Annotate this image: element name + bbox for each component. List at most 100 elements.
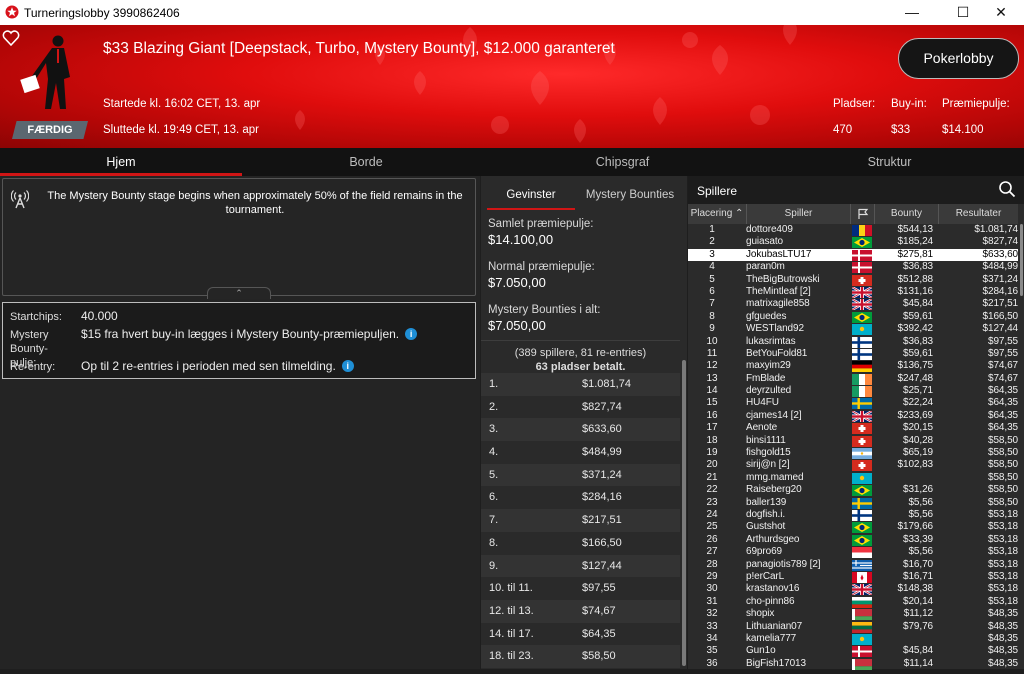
player-row[interactable]: 7 matrixagile858 $45,84 $217,51 [688, 298, 1018, 312]
player-place: 18 [706, 434, 718, 446]
player-row[interactable]: 17 Aenote $20,15 $64,35 [688, 422, 1018, 435]
player-row[interactable]: 8 gfguedes $59,61 $166,50 [688, 311, 1018, 323]
player-name: TheBigButrowski [746, 273, 820, 285]
info-icon[interactable]: i [341, 360, 354, 372]
total-prizepool: Samlet præmiepulje: $14.100,00 [488, 217, 593, 247]
player-place: 32 [706, 608, 718, 620]
player-bounty: $179,66 [897, 521, 934, 533]
player-row[interactable]: 34 kamelia777 $48,35 [688, 633, 1018, 645]
col-flag[interactable] [850, 204, 874, 224]
player-row[interactable]: 2 guiasato $185,24 $827,74 [688, 236, 1018, 249]
flag-lt-icon [852, 621, 872, 633]
places-paid: 63 pladser betalt. [535, 361, 626, 373]
player-row[interactable]: 1 dottore409 $544,13 $1.081,74 [688, 224, 1018, 236]
tab-hjem[interactable]: Hjem [0, 148, 242, 176]
player-place: 26 [706, 533, 718, 545]
player-flag [851, 285, 873, 299]
player-result: $53,18 [988, 583, 1018, 595]
player-row[interactable]: 19 fishgold15 $65,19 $58,50 [688, 447, 1018, 460]
player-row[interactable]: 25 Gustshot $179,66 $53,18 [688, 521, 1018, 534]
player-result: $53,18 [988, 570, 1018, 582]
player-flag [852, 361, 872, 373]
player-result: $371,24 [982, 273, 1019, 285]
col-bounty[interactable]: Bounty [874, 204, 938, 224]
player-row[interactable]: 6 TheMintleaf [2] $131,16 $284,16 [688, 285, 1018, 299]
player-name: dottore409 [746, 224, 793, 235]
player-row[interactable]: 36 BigFish17013 $11,14 $48,35 [688, 658, 1018, 670]
player-row[interactable]: 26 Arthurdsgeo $33,39 $53,18 [688, 534, 1018, 546]
tab-mystery-bounties[interactable]: Mystery Bounties [577, 180, 683, 210]
player-row[interactable]: 33 Lithuanian07 $79,76 $48,35 [688, 621, 1018, 633]
players-panel: Spillere Placering ⌃ Spiller Bounty Resu… [688, 176, 1024, 670]
flag-kz-icon [852, 472, 872, 484]
player-row[interactable]: 32 shopix $11,12 $48,35 [688, 608, 1018, 621]
tab-borde[interactable]: Borde [242, 148, 490, 176]
player-row[interactable]: 23 baller139 $5,56 $58,50 [688, 497, 1018, 509]
player-row[interactable]: 30 krastanov16 $148,38 $53,18 [688, 583, 1018, 597]
player-row[interactable]: 18 binsi1111 $40,28 $58,50 [688, 435, 1018, 447]
player-row[interactable]: 29 p!erCarL $16,71 $53,18 [688, 571, 1018, 583]
payout-amount: $1.081,74 [582, 378, 631, 390]
close-button[interactable]: ✕ [978, 0, 1024, 25]
player-flag [852, 249, 872, 261]
mystery-bounty-value: $15 fra hvert buy-in lægges i Mystery Bo… [81, 327, 400, 341]
player-row[interactable]: 9 WESTland92 $392,42 $127,44 [688, 323, 1018, 336]
player-row[interactable]: 35 Gun1o $45,84 $48,35 [688, 645, 1018, 658]
poker-lobby-button[interactable]: Pokerlobby [898, 38, 1019, 79]
end-time: Sluttede kl. 19:49 CET, 13. apr [103, 124, 259, 136]
player-row[interactable]: 4 paran0m $36,83 $484,99 [688, 261, 1018, 274]
flag-se-icon [852, 398, 872, 410]
player-place: 7 [709, 298, 715, 310]
player-result: $58,50 [988, 447, 1018, 459]
search-icon[interactable] [998, 180, 1016, 198]
player-row[interactable]: 31 cho-pinn86 $20,14 $53,18 [688, 596, 1018, 608]
player-row[interactable]: 12 maxyim29 $136,75 $74,67 [688, 360, 1018, 373]
player-flag [852, 534, 872, 546]
payout-amount: $371,24 [582, 468, 622, 481]
player-result: $48,35 [988, 657, 1018, 669]
player-name: cho-pinn86 [746, 595, 795, 607]
player-row[interactable]: 5 TheBigButrowski $512,88 $371,24 [688, 274, 1018, 286]
player-row[interactable]: 24 dogfish.i. $5,56 $53,18 [688, 509, 1018, 521]
player-bounty: $185,24 [897, 236, 934, 248]
col-player[interactable]: Spiller [746, 204, 850, 224]
player-row[interactable]: 14 deyrzulted $25,71 $64,35 [688, 385, 1018, 398]
tab-gevinster[interactable]: Gevinster [487, 180, 575, 210]
player-row[interactable]: 16 cjames14 [2] $233,69 $64,35 [688, 410, 1018, 423]
scrollbar[interactable] [1020, 224, 1023, 296]
flag-ar-icon [852, 448, 872, 460]
scrollbar[interactable] [682, 360, 686, 666]
collapse-toggle[interactable]: ⌃ [207, 287, 271, 299]
player-bounty: $20,15 [903, 422, 933, 434]
mystery-bounties-total: Mystery Bounties i alt: $7.050,00 [488, 303, 600, 333]
player-row[interactable]: 15 HU4FU $22,24 $64,35 [688, 397, 1018, 410]
payout-row: 3. $633,60 [481, 418, 680, 442]
player-row[interactable]: 28 panagiotis789 [2] $16,70 $53,18 [688, 559, 1018, 571]
player-result: $58,50 [988, 434, 1018, 446]
player-flag [852, 274, 872, 286]
minimize-button[interactable]: — [889, 0, 935, 25]
flag-gb-icon [851, 583, 873, 597]
player-row[interactable]: 27 69pro69 $5,56 $53,18 [688, 546, 1018, 559]
col-result[interactable]: Resultater [938, 204, 1018, 224]
player-row[interactable]: 10 lukasrimtas $36,83 $97,55 [688, 336, 1018, 348]
payout-place: 14. til 17. [489, 627, 534, 640]
player-flag [851, 298, 873, 312]
player-row[interactable]: 21 mmg.mamed $58,50 [688, 472, 1018, 484]
info-icon[interactable]: i [405, 328, 418, 340]
player-result: $97,55 [988, 335, 1018, 347]
player-row[interactable]: 13 FmBlade $247,48 $74,67 [688, 373, 1018, 385]
tab-chipsgraf[interactable]: Chipsgraf [490, 148, 755, 176]
player-row[interactable]: 20 sirij@n [2] $102,83 $58,50 [688, 459, 1018, 472]
player-place: 29 [706, 570, 718, 582]
player-row[interactable]: 3 JokubasLTU17 $275,81 $633,60 [688, 248, 1018, 262]
player-row[interactable]: 11 BetYouFold81 $59,61 $97,55 [688, 348, 1018, 360]
player-row[interactable]: 22 Raiseberg20 $31,26 $58,50 [688, 484, 1018, 497]
flag-ca-icon [852, 571, 872, 583]
tab-struktur[interactable]: Struktur [755, 148, 1024, 176]
player-bounty: $33,39 [903, 533, 933, 545]
player-place: 14 [706, 385, 718, 397]
col-place[interactable]: Placering ⌃ [688, 204, 746, 224]
reentry-value: Op til 2 re-entries i perioden med sen t… [81, 359, 336, 373]
player-name: krastanov16 [746, 583, 800, 595]
